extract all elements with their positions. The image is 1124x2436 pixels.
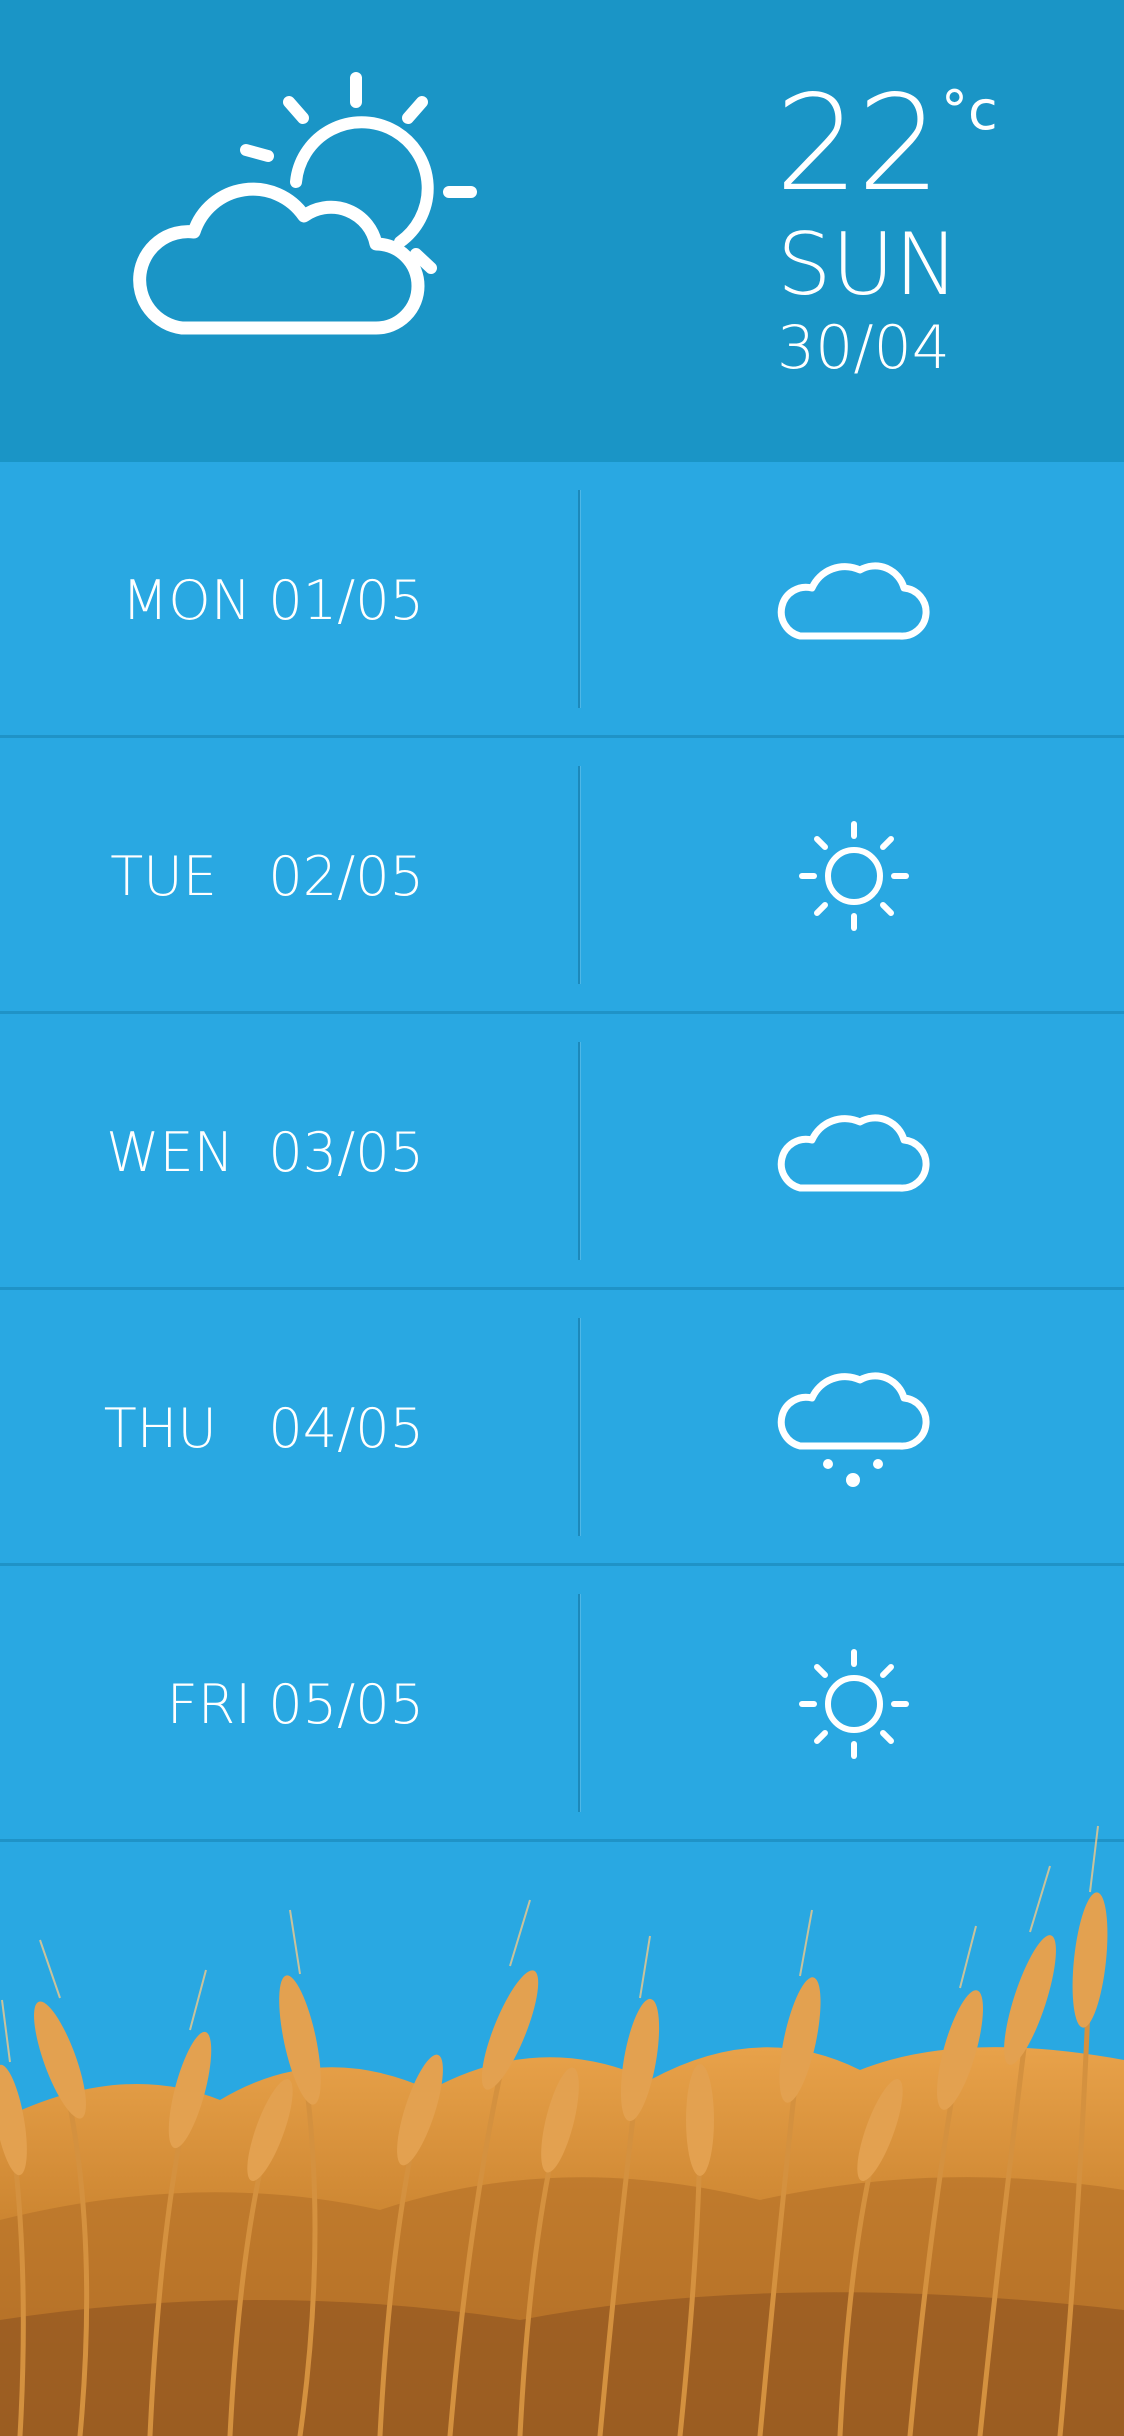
partly-cloudy-icon [133, 72, 477, 335]
forecast-row-mon[interactable]: MON 01/05 [0, 462, 1124, 738]
current-temperature: 22°c [775, 78, 998, 228]
temperature-unit: °c [940, 79, 998, 142]
forecast-row-wen[interactable]: WEN 03/05 [0, 1014, 1124, 1290]
cloud-icon [777, 562, 930, 640]
row-divider [578, 1318, 580, 1536]
sun-icon [799, 821, 909, 931]
forecast-day-label: THU 04/05 [103, 1396, 424, 1460]
forecast-list: MON 01/05 TUE 02/05 WEN 03/05 THU 04/05 … [0, 462, 1124, 1842]
forecast-row-tue[interactable]: TUE 02/05 [0, 738, 1124, 1014]
forecast-day-label: WEN 03/05 [106, 1120, 424, 1184]
forecast-day-label: MON 01/05 [121, 568, 424, 632]
cloud-drizzle-icon [777, 1372, 930, 1487]
temperature-value: 22 [775, 67, 941, 221]
current-day: SUN [777, 215, 959, 315]
current-weather-panel: 22°c SUN 30/04 [0, 0, 1124, 462]
row-divider [578, 1042, 580, 1260]
forecast-row-thu[interactable]: THU 04/05 [0, 1290, 1124, 1566]
forecast-day-label: TUE 02/05 [110, 844, 424, 908]
current-date: 30/04 [777, 313, 950, 383]
row-divider [578, 490, 580, 708]
row-divider [578, 766, 580, 984]
wheat-field-image [0, 1825, 1124, 2436]
cloud-icon [777, 1114, 930, 1192]
